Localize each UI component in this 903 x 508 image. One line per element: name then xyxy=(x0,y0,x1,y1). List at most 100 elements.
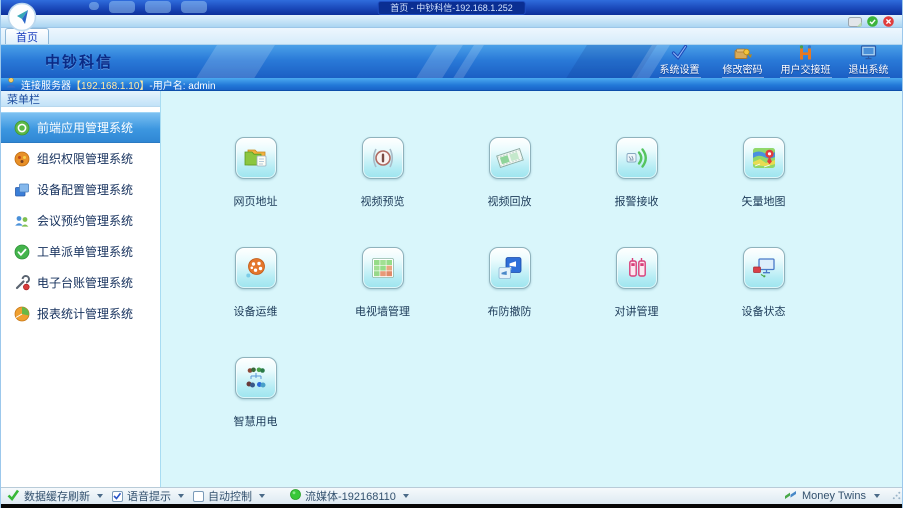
vector-map-icon[interactable] xyxy=(743,137,785,179)
connection-user: -用户名: admin xyxy=(149,81,215,92)
app-shortcut-intercom[interactable]: 对讲管理 xyxy=(573,247,700,357)
sidebar-item-meeting-booking[interactable]: 会议预约管理系统 xyxy=(1,205,160,236)
device-maintenance-icon[interactable] xyxy=(235,247,277,289)
browser-compass-icon[interactable] xyxy=(7,2,37,37)
user-person-icon xyxy=(6,77,16,91)
sidebar-item-label: 电子台账管理系统 xyxy=(37,274,133,291)
dropdown-caret-icon[interactable] xyxy=(874,494,880,498)
app-label: 设备状态 xyxy=(742,303,786,319)
exit-system-icon xyxy=(860,45,877,60)
window-title: 首页 - 中钞科信-192.168.1.252 xyxy=(377,1,526,15)
background-taskbar-icons xyxy=(89,1,207,13)
brand-title: 中钞科信 xyxy=(45,51,113,72)
tv-wall-icon[interactable] xyxy=(362,247,404,289)
sidebar-item-org-permission[interactable]: 组织权限管理系统 xyxy=(1,143,160,174)
tab-bar: 首页 xyxy=(1,28,902,45)
dropdown-caret-icon[interactable] xyxy=(259,494,265,498)
change-password-icon xyxy=(734,45,752,60)
bottom-black-bar xyxy=(1,504,902,508)
webpage-address-icon[interactable] xyxy=(235,137,277,179)
sidebar-item-label: 报表统计管理系统 xyxy=(37,305,133,322)
app-shortcut-webpage-address[interactable]: 网页地址 xyxy=(192,137,319,247)
sidebar-title: 菜单栏 xyxy=(1,91,160,107)
sidebar-item-label: 工单派单管理系统 xyxy=(37,243,133,260)
app-label: 布防撤防 xyxy=(488,303,532,319)
stream-status-dot-icon xyxy=(290,489,301,503)
dropdown-caret-icon[interactable] xyxy=(178,494,184,498)
dropdown-caret-icon[interactable] xyxy=(403,494,409,498)
action-label: 修改密码 xyxy=(722,61,764,78)
main-header: 中钞科信 系统设置 修改密码 用户交接班 xyxy=(1,45,902,78)
arm-disarm-icon[interactable] xyxy=(489,247,531,289)
main-area: 菜单栏 前端应用管理系统 组织权限管理系统 xyxy=(1,91,902,487)
frontend-app-icon xyxy=(14,120,30,136)
connection-status-bar: 连接服务器【192.168.1.10】-用户名: admin xyxy=(1,78,902,91)
voice-prompt-label: 语音提示 xyxy=(127,488,171,504)
system-settings-icon xyxy=(671,45,688,60)
shift-handover-button[interactable]: 用户交接班 xyxy=(774,45,837,78)
green-check-icon xyxy=(7,489,20,504)
sidebar-item-report-stats[interactable]: 报表统计管理系统 xyxy=(1,298,160,329)
intercom-icon[interactable] xyxy=(616,247,658,289)
close-button[interactable] xyxy=(883,16,894,27)
alarm-receive-icon[interactable] xyxy=(616,137,658,179)
app-label: 矢量地图 xyxy=(742,193,786,209)
device-config-icon xyxy=(14,182,30,198)
app-label: 智慧用电 xyxy=(234,413,278,429)
app-label: 视频预览 xyxy=(361,193,405,209)
stream-media-label: 流媒体-192168110 xyxy=(305,488,396,504)
app-shortcut-device-status[interactable]: 设备状态 xyxy=(700,247,827,357)
app-shortcut-alarm-receive[interactable]: 报警接收 xyxy=(573,137,700,247)
video-playback-icon[interactable] xyxy=(489,137,531,179)
sidebar: 菜单栏 前端应用管理系统 组织权限管理系统 xyxy=(1,91,161,487)
header-streak xyxy=(192,45,278,78)
app-shortcut-tv-wall[interactable]: 电视墙管理 xyxy=(319,247,446,357)
sidebar-item-label: 设备配置管理系统 xyxy=(37,181,133,198)
action-label: 退出系统 xyxy=(848,61,890,78)
voice-prompt-control[interactable]: 语音提示 xyxy=(112,488,184,504)
sidebar-item-label: 会议预约管理系统 xyxy=(37,212,133,229)
exit-system-button[interactable]: 退出系统 xyxy=(837,45,900,78)
shift-handover-icon xyxy=(797,45,814,60)
app-shortcut-smart-power[interactable]: 智慧用电 xyxy=(192,357,319,467)
app-shortcut-vector-map[interactable]: 矢量地图 xyxy=(700,137,827,247)
title-bar: 首页 - 中钞科信-192.168.1.252 xyxy=(1,0,902,15)
app-shortcut-video-preview[interactable]: 视频预览 xyxy=(319,137,446,247)
device-status-icon[interactable] xyxy=(743,247,785,289)
header-actions: 系统设置 修改密码 用户交接班 退出系统 xyxy=(648,45,900,78)
app-shortcut-device-maintenance[interactable]: 设备运维 xyxy=(192,247,319,357)
video-preview-icon[interactable] xyxy=(362,137,404,179)
report-stats-icon xyxy=(14,306,30,322)
meeting-booking-icon xyxy=(14,213,30,229)
skin-button[interactable] xyxy=(848,17,862,27)
app-label: 网页地址 xyxy=(234,193,278,209)
resize-grip[interactable] xyxy=(892,491,901,503)
money-twins-control[interactable]: Money Twins xyxy=(784,490,880,503)
auto-control-control[interactable]: 自动控制 xyxy=(193,488,265,504)
e-ledger-icon xyxy=(14,275,30,291)
sidebar-menu: 前端应用管理系统 组织权限管理系统 设备配置管理系统 xyxy=(1,107,160,329)
voice-prompt-checkbox[interactable] xyxy=(112,491,123,502)
system-settings-button[interactable]: 系统设置 xyxy=(648,45,711,78)
connection-text: 连接服务器【192.168.1.10】-用户名: admin xyxy=(21,77,216,92)
dropdown-caret-icon[interactable] xyxy=(97,494,103,498)
data-cache-refresh-label: 数据缓存刷新 xyxy=(24,488,90,504)
change-password-button[interactable]: 修改密码 xyxy=(711,45,774,78)
app-shortcut-arm-disarm[interactable]: 布防撤防 xyxy=(446,247,573,357)
stream-media-control[interactable]: 流媒体-192168110 xyxy=(290,488,409,504)
sidebar-item-e-ledger[interactable]: 电子台账管理系统 xyxy=(1,267,160,298)
auto-control-checkbox[interactable] xyxy=(193,491,204,502)
sidebar-item-frontend-app[interactable]: 前端应用管理系统 xyxy=(1,112,160,143)
sidebar-item-work-order[interactable]: 工单派单管理系统 xyxy=(1,236,160,267)
action-label: 用户交接班 xyxy=(780,61,832,78)
faded-taskbar-icon xyxy=(109,1,135,13)
data-cache-refresh-control[interactable]: 数据缓存刷新 xyxy=(7,488,103,504)
smart-power-icon[interactable] xyxy=(235,357,277,399)
app-shortcut-video-playback[interactable]: 视频回放 xyxy=(446,137,573,247)
window-controls xyxy=(848,15,894,28)
app-label: 对讲管理 xyxy=(615,303,659,319)
minimize-button[interactable] xyxy=(867,16,878,27)
app-label: 电视墙管理 xyxy=(355,303,410,319)
faded-taskbar-icon xyxy=(145,1,171,13)
sidebar-item-device-config[interactable]: 设备配置管理系统 xyxy=(1,174,160,205)
